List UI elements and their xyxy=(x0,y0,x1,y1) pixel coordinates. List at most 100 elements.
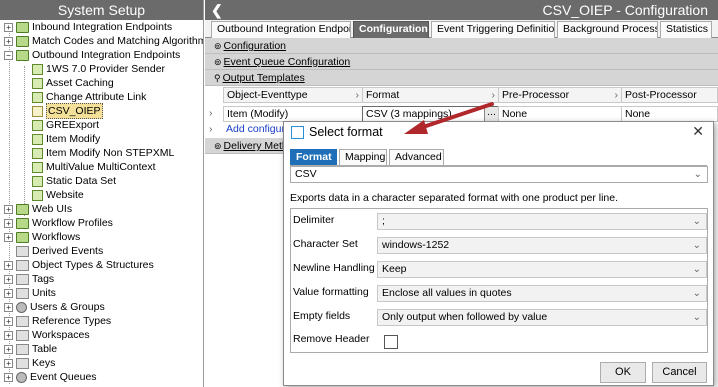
row-chevron-icon: › xyxy=(209,106,224,122)
collapse-icon[interactable]: − xyxy=(4,50,13,60)
expand-icon[interactable]: + xyxy=(4,36,13,46)
tree-item-change-attribute-link[interactable]: Change Attribute Link xyxy=(32,90,146,104)
tree-item-static-data-set[interactable]: Static Data Set xyxy=(32,174,116,188)
cell-object-eventtype[interactable]: Item (Modify) xyxy=(223,106,363,122)
format-description: Exports data in a character separated fo… xyxy=(290,192,619,204)
tree-item-inbound-endpoints[interactable]: + Inbound Integration Endpoints xyxy=(4,20,172,34)
tree-item-users-groups[interactable]: + Users & Groups xyxy=(4,300,105,314)
tab-outbound-endpoint[interactable]: Outbound Integration Endpoint xyxy=(211,21,351,38)
expand-icon[interactable]: + xyxy=(4,218,13,228)
table-icon xyxy=(16,343,29,355)
close-icon[interactable]: ✕ xyxy=(692,123,704,140)
format-select[interactable]: CSV ⌄ xyxy=(290,166,708,183)
chevron-down-icon: ⌄ xyxy=(692,264,701,275)
tree-item-table[interactable]: + Table xyxy=(4,342,57,356)
expand-icon[interactable]: + xyxy=(4,288,13,298)
dialog-title: Select format xyxy=(309,125,383,139)
column-header-pre-processor[interactable]: Pre-Processor › xyxy=(498,87,622,103)
tree-item-outbound-endpoints[interactable]: − Outbound Integration Endpoints xyxy=(4,48,180,62)
expand-arrow-icon: ⊚ xyxy=(214,41,222,51)
tab-mapping[interactable]: Mapping xyxy=(339,149,387,165)
cell-format[interactable]: CSV (3 mappings)... xyxy=(362,106,499,122)
tab-configuration[interactable]: Configuration xyxy=(353,21,429,38)
section-delivery-method[interactable]: ⊚ Delivery Method xyxy=(205,138,299,154)
expand-icon[interactable]: + xyxy=(4,330,13,340)
expand-icon[interactable]: + xyxy=(4,232,13,242)
expand-icon[interactable]: + xyxy=(4,372,13,382)
value-formatting-select[interactable]: Enclose all values in quotes ⌄ xyxy=(377,285,707,302)
tree-item-website[interactable]: Website xyxy=(32,188,84,202)
column-header-post-processor[interactable]: Post-Processor xyxy=(621,87,718,103)
tab-statistics[interactable]: Statistics xyxy=(660,21,712,38)
tree-item-web-uis[interactable]: + Web UIs xyxy=(4,202,72,216)
expand-icon[interactable]: + xyxy=(4,274,13,284)
tree-item-item-modify[interactable]: Item Modify xyxy=(32,132,100,146)
tree-item-units[interactable]: + Units xyxy=(4,286,56,300)
units-icon xyxy=(16,287,29,299)
chevron-down-icon: ⌄ xyxy=(692,288,701,299)
endpoint-icon xyxy=(32,63,43,75)
select-format-dialog: Select format ✕ Format Mapping Advanced … xyxy=(283,121,714,386)
tree-item-derived-events[interactable]: Derived Events xyxy=(16,244,103,258)
ellipsis-button[interactable]: ... xyxy=(484,107,498,121)
endpoint-icon xyxy=(32,147,43,159)
tree-item-object-types[interactable]: + Object Types & Structures xyxy=(4,258,154,272)
tree-item-workflows[interactable]: + Workflows xyxy=(4,230,80,244)
delimiter-select[interactable]: ; ⌄ xyxy=(377,213,707,230)
tree-item-greexport[interactable]: GREExport xyxy=(32,118,99,132)
section-configuration[interactable]: ⊚ Configuration xyxy=(205,38,718,54)
tree-item-multivalue-multicontext[interactable]: MultiValue MultiContext xyxy=(32,160,156,174)
section-output-templates[interactable]: ⚲ Output Templates xyxy=(205,70,718,86)
newline-handling-label: Newline Handling xyxy=(293,262,375,274)
folder-icon xyxy=(16,217,29,229)
add-configuration-link[interactable]: Add configuration xyxy=(223,122,288,138)
expand-icon[interactable]: + xyxy=(4,302,13,312)
chevron-right-icon: › xyxy=(355,89,360,101)
expand-icon[interactable]: + xyxy=(4,204,13,214)
ok-button[interactable]: OK xyxy=(600,362,646,383)
tab-bar: Outbound Integration Endpoint Configurat… xyxy=(205,20,718,38)
expand-icon[interactable]: + xyxy=(4,22,13,32)
chevron-right-icon: › xyxy=(491,89,496,101)
dialog-window-icon xyxy=(291,126,304,139)
tree-item-tags[interactable]: + Tags xyxy=(4,272,54,286)
cancel-button[interactable]: Cancel xyxy=(652,362,707,383)
endpoint-icon xyxy=(32,189,43,201)
tab-background-processes[interactable]: Background Processes xyxy=(557,21,658,38)
expand-arrow-icon: ⊚ xyxy=(214,141,222,151)
cell-post-processor[interactable]: None xyxy=(621,106,718,122)
column-header-object-eventtype[interactable]: Object-Eventtype › xyxy=(223,87,363,103)
tree-item-1ws-provider-sender[interactable]: 1WS 7.0 Provider Sender xyxy=(32,62,165,76)
tree-item-event-queues[interactable]: + Event Queues xyxy=(4,370,97,384)
back-arrow-icon[interactable]: ❮ xyxy=(211,0,223,20)
tree-item-workflow-profiles[interactable]: + Workflow Profiles xyxy=(4,216,113,230)
section-event-queue[interactable]: ⊚ Event Queue Configuration xyxy=(205,54,718,70)
character-set-select[interactable]: windows-1252 ⌄ xyxy=(377,237,707,254)
endpoint-icon xyxy=(32,91,43,103)
tree-item-keys[interactable]: + Keys xyxy=(4,356,55,370)
structure-icon xyxy=(16,259,29,271)
tree-item-item-modify-non-stepxml[interactable]: Item Modify Non STEPXML xyxy=(32,146,174,160)
column-header-format[interactable]: Format › xyxy=(362,87,499,103)
row-chevron-icon: › xyxy=(209,122,224,138)
tab-advanced[interactable]: Advanced xyxy=(389,149,444,165)
tree-item-reference-types[interactable]: + Reference Types xyxy=(4,314,111,328)
tree-item-asset-caching[interactable]: Asset Caching xyxy=(32,76,114,90)
system-setup-panel: System Setup + Inbound Integration Endpo… xyxy=(0,0,204,387)
tree-item-match-codes[interactable]: + Match Codes and Matching Algorithms xyxy=(4,34,203,48)
empty-fields-select[interactable]: Only output when followed by value ⌄ xyxy=(377,309,707,326)
expand-icon[interactable]: + xyxy=(4,358,13,368)
expand-icon[interactable]: + xyxy=(4,260,13,270)
cell-pre-processor[interactable]: None xyxy=(498,106,622,122)
key-icon xyxy=(16,357,29,369)
delimiter-label: Delimiter xyxy=(293,214,335,226)
tab-event-triggering[interactable]: Event Triggering Definitions xyxy=(431,21,555,38)
expand-icon[interactable]: + xyxy=(4,316,13,326)
tree-item-workspaces[interactable]: + Workspaces xyxy=(4,328,90,342)
remove-header-checkbox[interactable] xyxy=(384,335,398,349)
tree-item-csv-oiep[interactable]: CSV_OIEP xyxy=(32,103,103,119)
configuration-header: ❮ CSV_OIEP - Configuration xyxy=(205,0,718,20)
newline-handling-select[interactable]: Keep ⌄ xyxy=(377,261,707,278)
tab-format[interactable]: Format xyxy=(290,149,337,165)
expand-icon[interactable]: + xyxy=(4,344,13,354)
